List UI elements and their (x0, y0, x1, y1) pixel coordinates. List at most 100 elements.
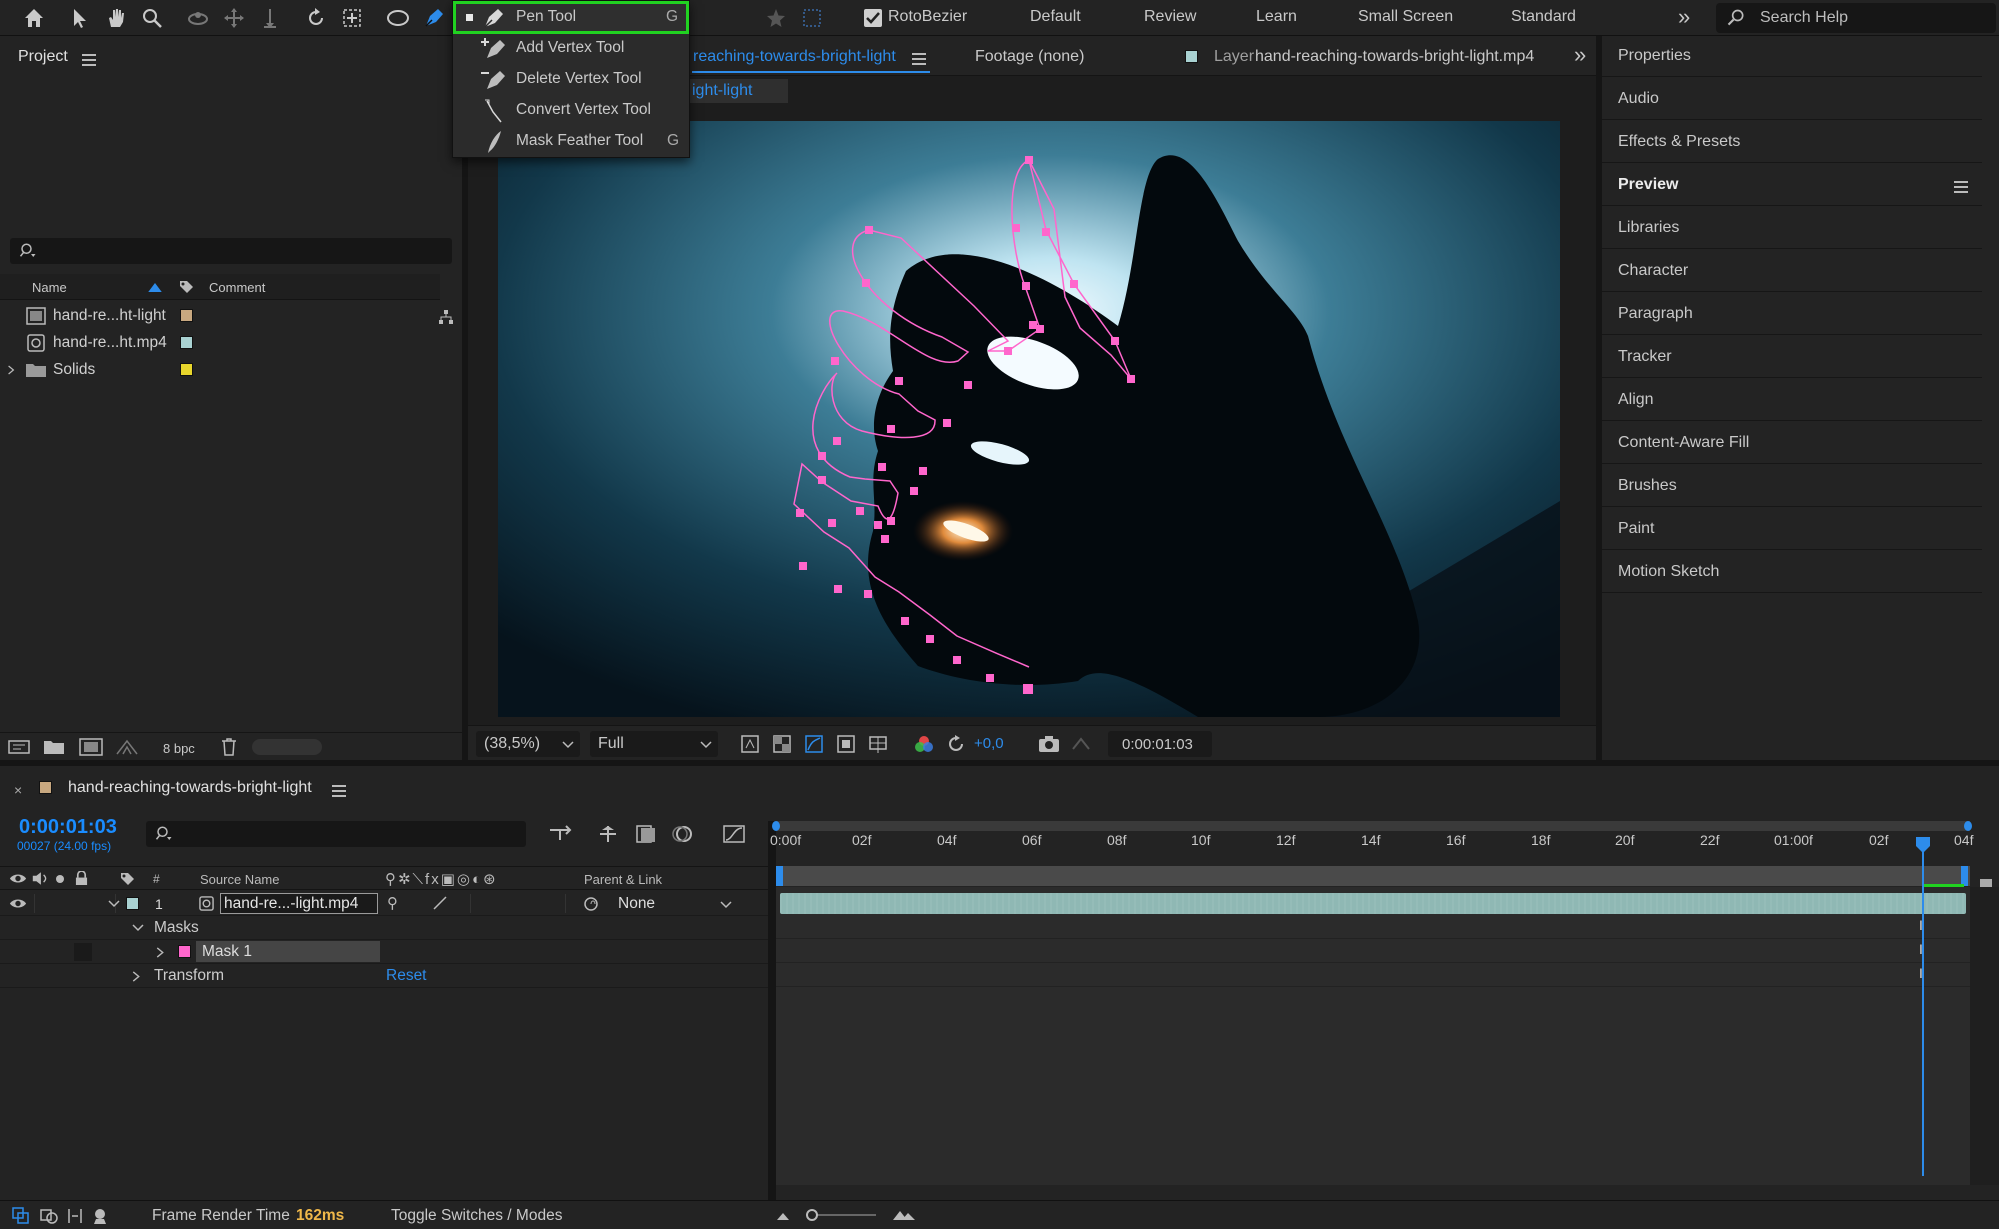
video-frame[interactable] (498, 121, 1560, 717)
close-tab-icon[interactable]: × (14, 782, 22, 798)
new-composition-icon[interactable] (79, 738, 103, 756)
workspace-default[interactable]: Default (1030, 8, 1081, 26)
workspace-learn[interactable]: Learn (1256, 8, 1297, 26)
workspace-small-screen[interactable]: Small Screen (1358, 8, 1453, 26)
menu-item-add-vertex[interactable]: Add Vertex Tool (453, 33, 689, 64)
region-of-interest-icon[interactable] (836, 734, 856, 754)
timeline-split-divider[interactable] (768, 821, 776, 1200)
layer-switches-icon[interactable] (12, 1207, 30, 1225)
dolly-icon[interactable] (256, 4, 284, 32)
chevron-down-icon[interactable] (108, 900, 120, 908)
switch-cells[interactable] (470, 894, 566, 913)
hand-icon[interactable] (102, 4, 130, 32)
frame-blending-icon[interactable] (634, 824, 658, 844)
motion-blur-icon[interactable] (672, 824, 696, 844)
channels-icon[interactable] (914, 734, 934, 754)
column-parent-link[interactable]: Parent & Link (584, 872, 662, 887)
video-visibility-icon[interactable] (9, 872, 27, 885)
chevron-right-icon[interactable] (7, 364, 15, 376)
tabs-overflow-icon[interactable]: » (1574, 42, 1586, 68)
project-item[interactable]: Solids (0, 357, 440, 383)
transform-reset-link[interactable]: Reset (386, 967, 427, 985)
interpret-footage-icon[interactable] (7, 739, 31, 755)
lock-icon[interactable] (75, 871, 88, 886)
playhead-handle-icon[interactable] (1915, 836, 1931, 854)
column-name[interactable]: Name (32, 280, 67, 295)
ellipse-icon[interactable] (384, 4, 412, 32)
workspace-review[interactable]: Review (1144, 8, 1196, 26)
bit-depth-button[interactable]: 8 bpc (163, 741, 195, 756)
tracks-area[interactable]: I I I (776, 887, 1970, 1185)
composition-breadcrumb[interactable]: ight-light (688, 79, 788, 103)
panel-properties[interactable]: Properties (1602, 37, 1982, 77)
transform-row[interactable]: Transform Reset (0, 964, 768, 988)
show-snapshot-icon[interactable] (1070, 735, 1092, 753)
panel-motion-sketch[interactable]: Motion Sketch (1602, 553, 1982, 593)
exposure-value[interactable]: +0,0 (974, 735, 1004, 752)
project-search-input[interactable] (10, 238, 452, 264)
time-ruler[interactable] (772, 821, 1972, 887)
work-area-end[interactable] (1961, 866, 1968, 886)
masks-group-row[interactable]: Masks (0, 916, 768, 940)
label-color-swatch[interactable] (180, 336, 193, 349)
chevron-right-icon[interactable] (156, 947, 164, 958)
menu-item-delete-vertex[interactable]: Delete Vertex Tool (453, 64, 689, 95)
snapshot-icon[interactable] (1038, 735, 1060, 753)
flowchart-icon[interactable] (438, 309, 454, 325)
time-zoom-handle[interactable] (806, 1209, 818, 1221)
work-area-start[interactable] (776, 866, 783, 886)
grid-icon[interactable] (798, 4, 826, 32)
tab-layer[interactable]: hand-reaching-towards-bright-light.mp4 (1255, 48, 1534, 66)
pen-icon[interactable] (420, 4, 448, 32)
tab-composition[interactable]: reaching-towards-bright-light (693, 48, 896, 66)
panel-character[interactable]: Character (1602, 252, 1982, 292)
workspace-standard[interactable]: Standard (1511, 8, 1576, 26)
video-visibility-icon[interactable] (9, 897, 27, 910)
zoom-out-icon[interactable] (776, 1211, 790, 1221)
mask-color-swatch[interactable] (178, 945, 191, 958)
current-time-field[interactable]: 0:00:01:03 (1108, 731, 1212, 757)
project-settings-icon[interactable] (115, 738, 139, 756)
menu-item-mask-feather[interactable]: Mask Feather Tool G (453, 126, 689, 157)
mask-name-field[interactable]: Mask 1 (196, 941, 380, 962)
pick-whip-icon[interactable] (583, 896, 599, 912)
navigator-start-handle[interactable] (772, 821, 780, 831)
panel-libraries[interactable]: Libraries (1602, 209, 1982, 249)
pan-behind-icon[interactable] (338, 4, 366, 32)
timeline-comp-name[interactable]: hand-reaching-towards-bright-light (68, 779, 312, 797)
new-folder-icon[interactable] (43, 739, 65, 755)
timeline-search-input[interactable] (146, 821, 526, 847)
work-area-bar[interactable] (776, 866, 1970, 887)
draft-3d-icon[interactable] (596, 824, 620, 844)
project-item[interactable]: hand-re...ht-light (0, 303, 453, 329)
thumbnail-size-slider[interactable] (252, 739, 322, 755)
panel-content-aware-fill[interactable]: Content-Aware Fill (1602, 424, 1982, 464)
timeline-menu-icon[interactable] (332, 785, 346, 797)
time-zoom-slider[interactable] (806, 1209, 876, 1221)
mask-visibility-toggle[interactable] (74, 943, 92, 961)
layer-row[interactable]: 1 hand-re...-light.mp4 ⚲ None (0, 891, 768, 916)
layer-label-swatch[interactable] (126, 897, 139, 910)
panel-brushes[interactable]: Brushes (1602, 467, 1982, 507)
panel-align[interactable]: Align (1602, 381, 1982, 421)
composition-menu-icon[interactable] (912, 53, 926, 65)
reset-exposure-icon[interactable] (946, 734, 966, 754)
timeline-timecode[interactable]: 0:00:01:03 (19, 816, 117, 839)
zoom-icon[interactable] (138, 4, 166, 32)
panel-audio[interactable]: Audio (1602, 80, 1982, 120)
in-out-stretch-icon[interactable] (66, 1207, 84, 1225)
menu-item-convert-vertex[interactable]: Convert Vertex Tool (453, 95, 689, 126)
tab-footage[interactable]: Footage (none) (975, 48, 1084, 66)
solo-icon[interactable] (56, 875, 64, 883)
label-color-swatch[interactable] (180, 309, 193, 322)
trash-icon[interactable] (221, 738, 237, 756)
guides-icon[interactable] (868, 734, 888, 754)
quality-switch-icon[interactable] (432, 895, 448, 911)
layer-duration-bar[interactable] (780, 893, 1966, 914)
layer-name-field[interactable]: hand-re...-light.mp4 (220, 893, 378, 914)
home-icon[interactable] (20, 4, 48, 32)
navigator-end-handle[interactable] (1964, 821, 1972, 831)
workspaces-overflow-icon[interactable]: » (1678, 4, 1690, 30)
sort-ascending-icon[interactable] (147, 283, 163, 292)
parent-dropdown[interactable]: None (608, 893, 738, 914)
